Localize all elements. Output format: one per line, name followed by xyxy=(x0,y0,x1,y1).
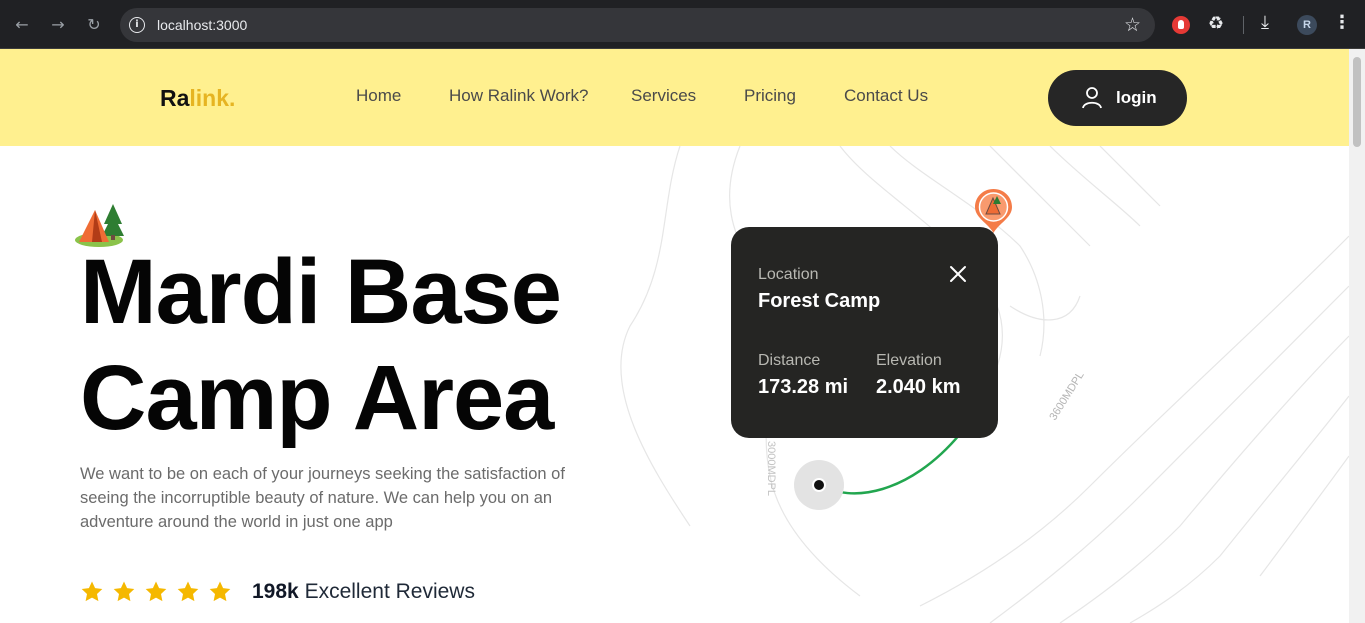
page: 3600MDPL 3000MDPL Ralink. Home How Ralin… xyxy=(0,49,1349,623)
star-icon xyxy=(177,581,199,602)
route-path xyxy=(794,434,961,510)
reviews-summary: 198k Excellent Reviews xyxy=(252,580,475,604)
back-icon[interactable]: ← xyxy=(10,12,34,36)
logo-accent: link. xyxy=(189,85,236,111)
login-label: login xyxy=(1116,88,1157,107)
start-point-marker[interactable] xyxy=(812,478,826,492)
contour-label: 3000MDPL xyxy=(765,441,777,496)
url-text[interactable]: localhost:3000 xyxy=(157,17,247,33)
browser-toolbar: ← → ↻ i localhost:3000 ☆ ♻ ⤓ R ⋮ xyxy=(0,0,1365,49)
elevation-label: Elevation xyxy=(876,352,942,369)
nav-how-it-works[interactable]: How Ralink Work? xyxy=(449,86,589,106)
download-icon[interactable]: ⤓ xyxy=(1261,12,1269,33)
location-value: Forest Camp xyxy=(758,290,881,312)
nav-services[interactable]: Services xyxy=(631,86,696,106)
address-bar[interactable]: i localhost:3000 ☆ xyxy=(120,8,1155,42)
close-icon[interactable] xyxy=(949,265,967,283)
star-icon xyxy=(209,581,231,602)
site-logo[interactable]: Ralink. xyxy=(160,85,235,112)
bookmark-star-icon[interactable]: ☆ xyxy=(1124,14,1141,36)
elevation-value: 2.040 km xyxy=(876,376,961,398)
hero-title-line: Mardi Base xyxy=(80,241,562,343)
user-icon xyxy=(1082,87,1102,109)
star-icon xyxy=(113,581,135,602)
reviews-label: Excellent Reviews xyxy=(304,580,475,603)
star-icon xyxy=(145,581,167,602)
nav-pricing[interactable]: Pricing xyxy=(744,86,796,106)
reviews-count: 198k xyxy=(252,580,299,603)
distance-label: Distance xyxy=(758,352,821,369)
location-label: Location xyxy=(758,266,819,283)
location-card: Location Forest Camp Distance 173.28 mi … xyxy=(731,227,998,438)
forward-icon[interactable]: → xyxy=(46,12,70,36)
contour-label: 3600MDPL xyxy=(1047,370,1086,423)
page-scrollbar[interactable] xyxy=(1349,49,1365,623)
menu-kebab-icon[interactable]: ⋮ xyxy=(1333,12,1351,33)
scrollbar-thumb[interactable] xyxy=(1353,57,1361,147)
rating-stars xyxy=(80,580,232,604)
hero-title: Mardi Base Camp Area xyxy=(80,239,640,451)
extensions-puzzle-icon[interactable]: ♻ xyxy=(1208,13,1224,34)
login-button[interactable]: login xyxy=(1048,70,1187,126)
extension-icon[interactable] xyxy=(1172,16,1190,34)
reload-icon[interactable]: ↻ xyxy=(82,12,106,36)
site-info-icon[interactable]: i xyxy=(129,17,145,33)
logo-main: Ra xyxy=(160,85,190,111)
profile-avatar[interactable]: R xyxy=(1297,15,1317,35)
nav-home[interactable]: Home xyxy=(356,86,401,106)
nav-contact-us[interactable]: Contact Us xyxy=(844,86,928,106)
hero-description: We want to be on each of your journeys s… xyxy=(80,465,565,531)
distance-value: 173.28 mi xyxy=(758,376,849,398)
site-header: Ralink. Home How Ralink Work? Services P… xyxy=(0,49,1349,146)
hero-title-line: Camp Area xyxy=(80,347,554,449)
toolbar-divider xyxy=(1243,16,1244,34)
star-icon xyxy=(81,581,103,602)
